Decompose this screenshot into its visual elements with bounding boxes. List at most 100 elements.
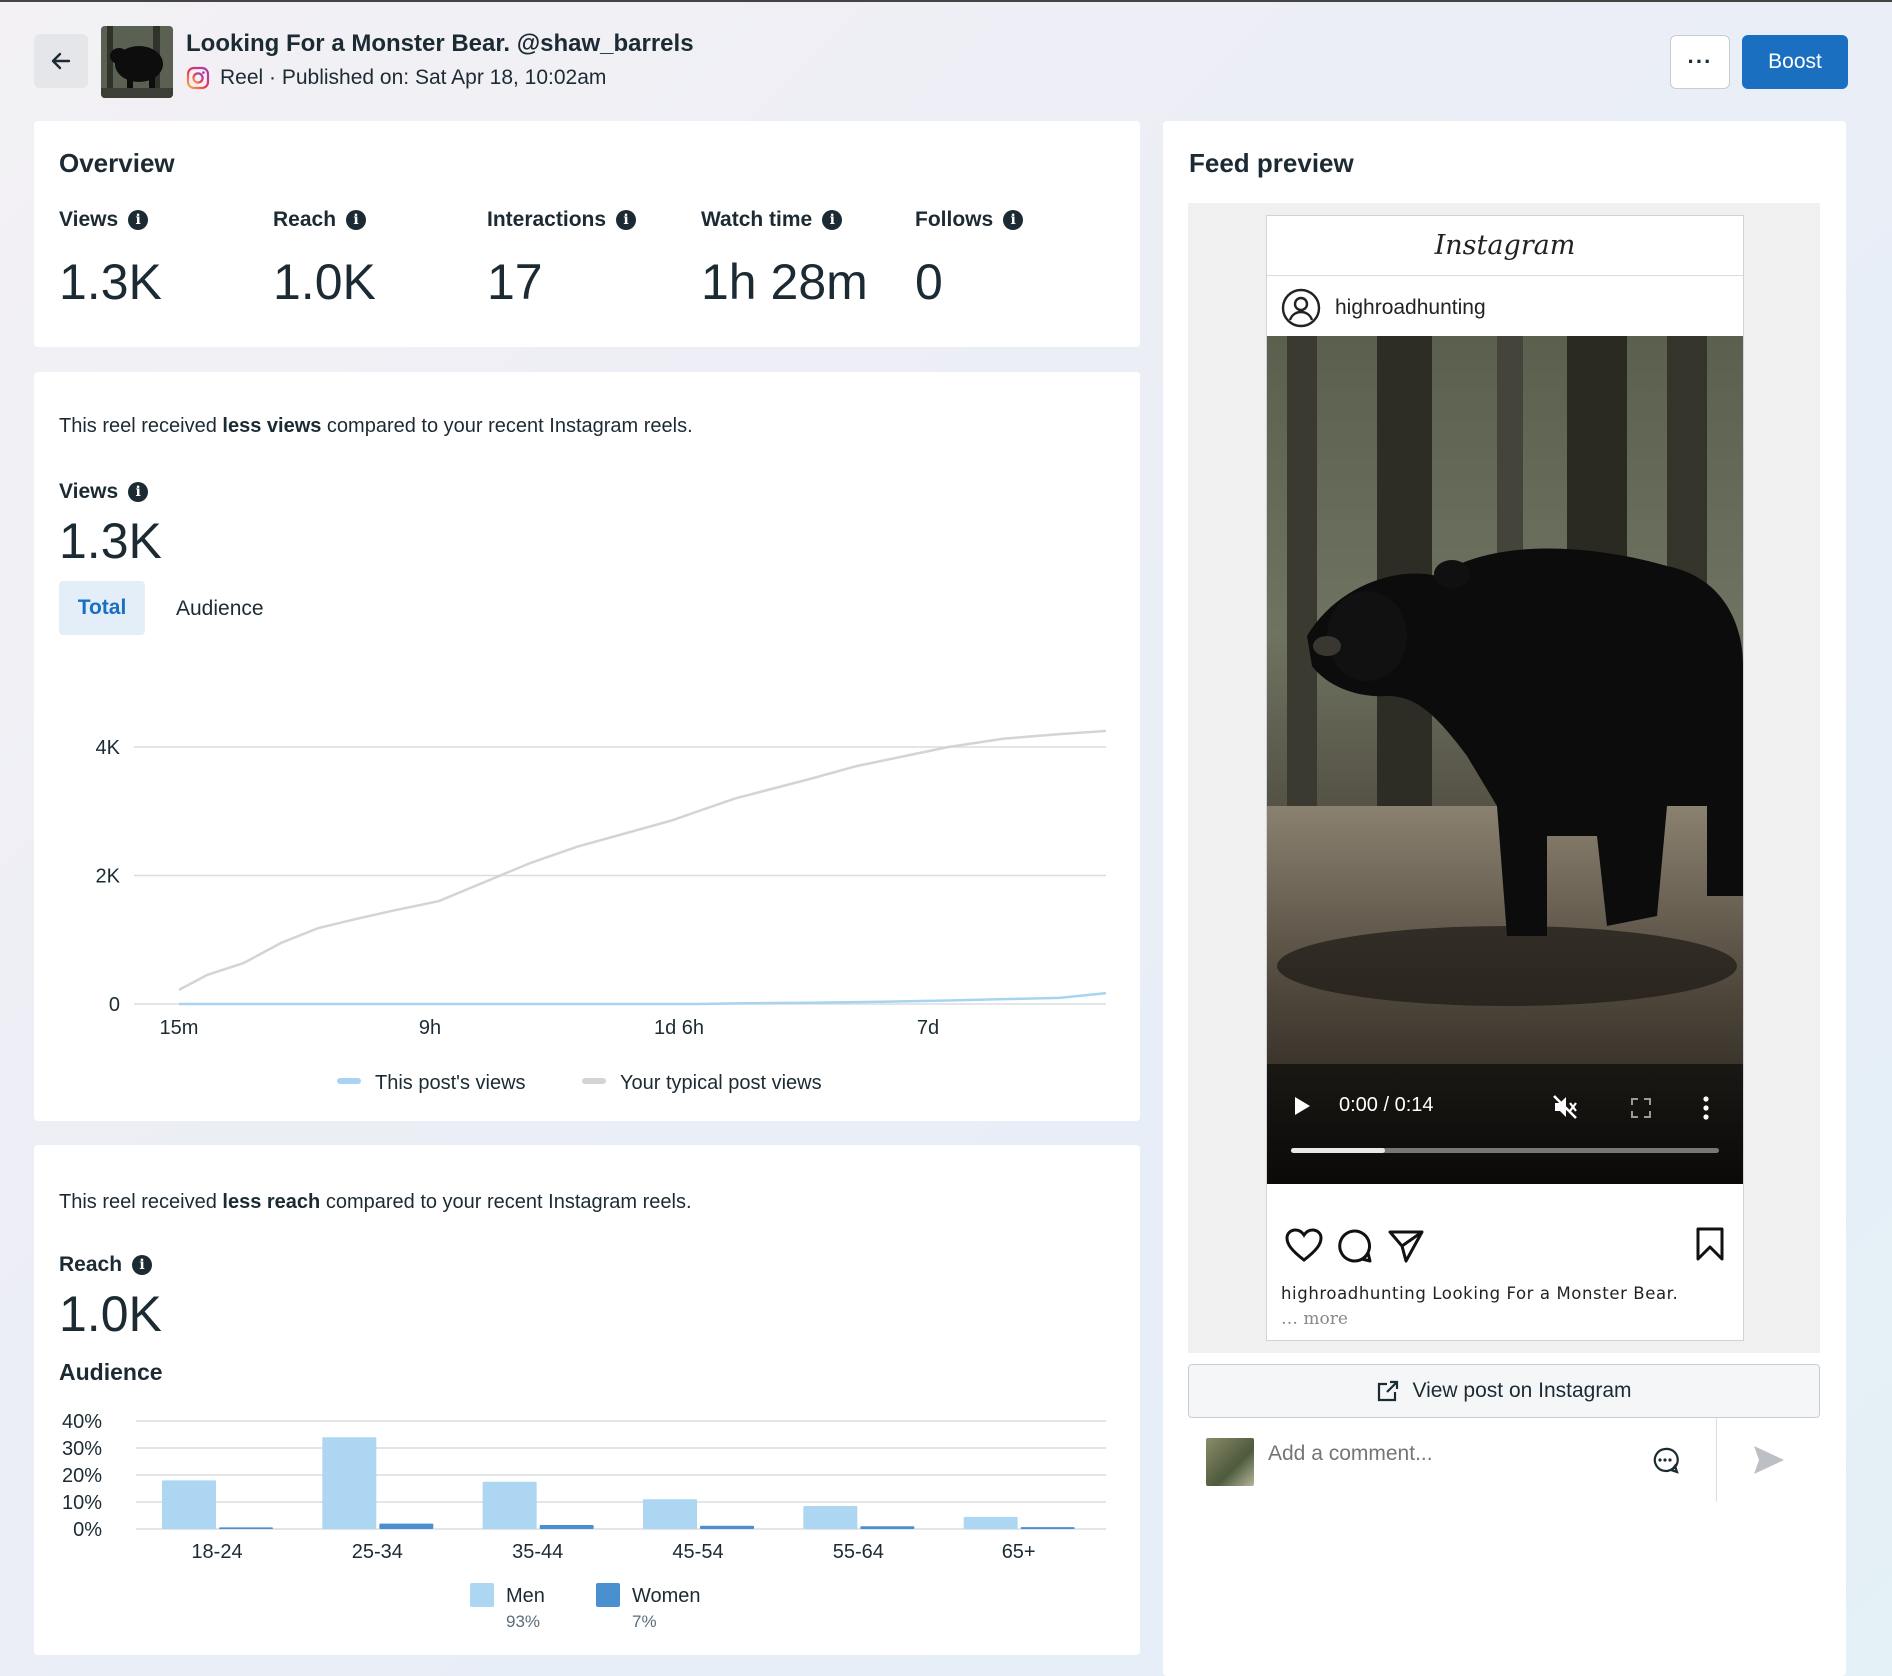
window-top-border [0,0,1892,2]
caption-more-link[interactable]: … more [1281,1309,1348,1329]
y-tick-label: 40% [62,1411,102,1433]
back-button[interactable] [34,34,88,88]
legend-swatch [596,1583,620,1607]
comment-input[interactable] [1268,1442,1648,1466]
y-tick-label: 0 [109,994,120,1016]
info-icon[interactable]: i [616,210,637,230]
view-on-instagram-label: View post on Instagram [1412,1379,1632,1402]
arrow-left-icon [51,52,71,70]
feed-preview-title: Feed preview [1189,148,1354,178]
post-subtitle: Reel · Published on: Sat Apr 18, 10:02am [186,66,606,90]
post-author-name: highroadhunting [1335,296,1486,319]
instagram-icon [186,66,210,90]
x-tick-label: 18-24 [191,1541,242,1563]
y-tick-label: 30% [62,1438,102,1460]
info-icon[interactable]: i [822,210,843,230]
video-progress-bar[interactable] [1291,1148,1719,1153]
more-options-button[interactable]: ··· [1670,35,1730,89]
bar [379,1523,434,1529]
metric-label-follows: Follows i [915,208,1024,232]
metric-label-interactions: Interactions i [487,208,637,232]
legend-label: This post's views [375,1072,526,1094]
post-actions [1267,1216,1743,1266]
bar [1020,1527,1075,1529]
video-frame-bear-image [1267,336,1743,1184]
x-tick-label: 25-34 [352,1541,403,1563]
x-tick-label: 35-44 [512,1541,563,1563]
video-player[interactable]: 0:00 / 0:14 [1267,336,1743,1184]
preview-frame: Instagram highroadhunting 0:00 / 0:14 hi… [1188,203,1820,1353]
bar [322,1437,377,1529]
x-tick-label: 7d [917,1017,939,1039]
metric-label-text: Watch time [701,208,813,231]
bar [539,1524,594,1529]
legend-swatch [337,1078,361,1084]
more-vertical-icon[interactable] [1703,1096,1709,1120]
legend-label: Men [506,1585,545,1607]
bar [162,1480,216,1529]
bookmark-icon[interactable] [1695,1226,1725,1262]
x-tick-label: 55-64 [833,1541,884,1563]
feed-preview-card: Feed preview Instagram highroadhunting 0… [1163,121,1846,1676]
instagram-header: Instagram [1267,216,1743,276]
play-icon[interactable] [1293,1096,1311,1116]
video-progress-fill [1291,1148,1386,1153]
video-timestamp: 0:00 / 0:14 [1339,1094,1434,1116]
user-avatar-icon [1281,288,1321,328]
metric-label-views: Views i [59,208,149,232]
post-meta-text: Reel · Published on: Sat Apr 18, 10:02am [220,66,607,89]
bar [963,1516,1018,1529]
heart-icon[interactable] [1285,1228,1323,1262]
page-header: Looking For a Monster Bear. @shaw_barrel… [34,24,1854,100]
instagram-post-preview: Instagram highroadhunting 0:00 / 0:14 hi… [1266,215,1744,1341]
y-tick-label: 20% [62,1465,102,1487]
muted-speaker-icon[interactable] [1552,1094,1578,1120]
comment-divider [1716,1418,1717,1502]
y-tick-label: 0% [73,1519,102,1541]
bar [219,1527,273,1529]
info-icon[interactable]: i [346,210,367,230]
legend-swatch [470,1583,494,1607]
metric-label-text: Follows [915,208,994,231]
boost-button[interactable]: Boost [1742,35,1848,89]
series-line [179,991,1107,1006]
metric-value-reach: 1.0K [273,254,376,310]
views-line-chart: 0 2K 4K 15m 9h 1d 6h 7d This post's views Your t… [96,729,1107,1094]
metric-value-follows: 0 [915,254,943,310]
overview-title: Overview [59,148,175,178]
share-icon[interactable] [1387,1228,1425,1264]
comment-composer [1188,1418,1820,1502]
legend-share: 7% [632,1612,657,1631]
metric-value-views: 1.3K [59,254,162,310]
metric-label-text: Interactions [487,208,607,231]
legend-label: Women [632,1585,701,1607]
metric-label-text: Reach [273,208,337,231]
legend-label: Your typical post views [620,1072,822,1094]
instagram-wordmark: Instagram [1434,230,1576,261]
info-icon[interactable]: i [128,210,149,230]
x-tick-label: 1d 6h [654,1017,704,1039]
video-controls: 0:00 / 0:14 [1267,1064,1743,1184]
y-tick-label: 10% [62,1492,102,1514]
bar [803,1506,858,1529]
fullscreen-icon[interactable] [1631,1098,1651,1118]
x-tick-label: 45-54 [672,1541,723,1563]
post-thumbnail [101,26,173,98]
post-title: Looking For a Monster Bear. @shaw_barrel… [186,30,694,57]
emoji-comment-icon[interactable] [1651,1446,1679,1474]
bar [482,1481,537,1529]
view-on-instagram-button[interactable]: View post on Instagram [1188,1364,1820,1418]
metric-value-interactions: 17 [487,254,543,310]
metric-label-watch-time: Watch time i [701,208,843,232]
series-line [178,729,1107,991]
bar [700,1525,754,1529]
info-icon[interactable]: i [1003,210,1024,230]
reach-card: This reel received less reach compared t… [34,1145,1140,1655]
y-tick-label: 4K [96,737,121,759]
send-icon[interactable] [1752,1444,1786,1476]
post-author-row[interactable]: highroadhunting [1281,288,1486,328]
metric-label-reach: Reach i [273,208,367,232]
y-tick-label: 2K [96,866,121,888]
bar [643,1499,697,1529]
comment-icon[interactable] [1337,1228,1373,1264]
